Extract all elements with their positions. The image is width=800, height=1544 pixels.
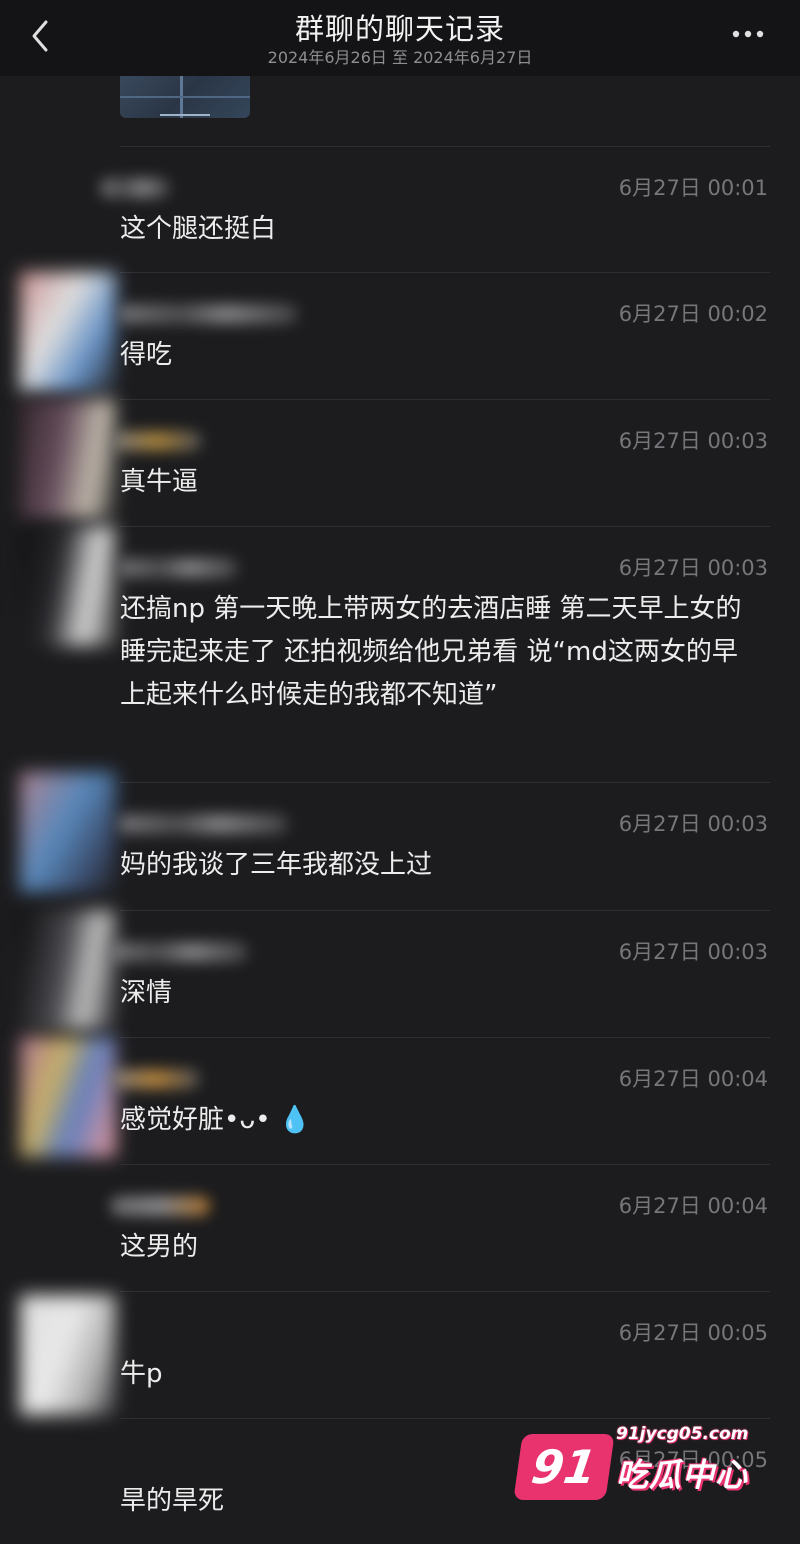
message-time: 6月27日 00:04 [618,1067,768,1091]
divider [120,1037,770,1038]
watermark-name: 吃瓜中心 [616,1456,749,1494]
message-text: 真牛逼 [120,467,199,497]
message-time: 6月27日 00:04 [618,1194,768,1218]
message-time: 6月27日 00:03 [618,940,768,964]
message-text: 还搞np 第一天晚上带两女的去酒店睡 第二天早上女的睡完起来走了 还拍视频给他兄… [120,594,742,710]
message-time: 6月27日 00:03 [618,556,768,580]
message-item: 6月27日 00:03 还搞np 第一天晚上带两女的去酒店睡 第二天早上女的睡完… [0,526,800,782]
message-item: 6月27日 00:01 这个腿还挺白 [0,146,800,272]
sender-name-blurred [110,1069,200,1089]
sender-name-blurred [118,304,298,324]
message-item: 6月27日 00:04 感觉好脏•ᴗ• 💧 [0,1037,800,1164]
message-item: 6月27日 00:05 牛p [0,1291,800,1418]
message-item: 6月27日 00:03 真牛逼 [0,399,800,526]
message-item: 6月27日 00:04 这男的 [0,1164,800,1291]
divider [120,1418,770,1419]
message-item: 6月27日 00:03 深情 [0,910,800,1037]
divider [120,146,770,147]
divider [120,526,770,527]
watermark-logo: 91 [513,1434,615,1500]
message-text: 这男的 [120,1232,199,1262]
divider [120,782,770,783]
message-item: 6月27日 00:02 得吃 [0,272,800,399]
site-watermark: 91 91jycg05.com 吃瓜中心 [513,1424,758,1510]
message-time: 6月27日 00:03 [618,429,768,453]
divider [120,910,770,911]
message-text: 牛p [120,1359,163,1389]
avatar[interactable] [20,910,116,1030]
sender-name-blurred [112,431,202,451]
message-text: 深情 [120,978,173,1008]
message-time: 6月27日 00:03 [618,812,768,836]
message-time: 6月27日 00:01 [618,176,768,200]
avatar[interactable] [20,526,116,646]
avatar[interactable] [20,272,116,392]
message-time: 6月27日 00:05 [618,1321,768,1345]
avatar[interactable] [20,399,116,519]
avatar[interactable] [20,772,116,892]
sender-name-blurred [108,942,248,962]
message-text: 这个腿还挺白 [120,214,277,244]
sender-name-blurred [100,178,170,198]
message-text: 感觉好脏•ᴗ• 💧 [120,1105,312,1135]
message-time: 6月27日 00:02 [618,302,768,326]
page-title: 群聊的聊天记录 [294,12,505,46]
watermark-url: 91jycg05.com [616,1424,749,1444]
sender-name-blurred [118,814,288,834]
date-range-subtitle: 2024年6月26日 至 2024年6月27日 [267,48,533,67]
message-item: 6月27日 00:03 妈的我谈了三年我都没上过 [0,772,800,910]
divider [120,1164,770,1165]
header-bar: 群聊的聊天记录 2024年6月26日 至 2024年6月27日 [0,0,800,76]
sender-name-blurred [110,1196,210,1216]
message-text: 得吃 [120,340,173,370]
divider [120,1291,770,1292]
sender-name-blurred [118,558,238,578]
divider [120,272,770,273]
avatar[interactable] [20,1295,116,1415]
message-text: 妈的我谈了三年我都没上过 [120,850,433,880]
more-horizontal-icon[interactable] [730,22,770,46]
avatar[interactable] [20,1037,116,1157]
divider [120,399,770,400]
location-map-thumbnail[interactable] [120,70,250,118]
